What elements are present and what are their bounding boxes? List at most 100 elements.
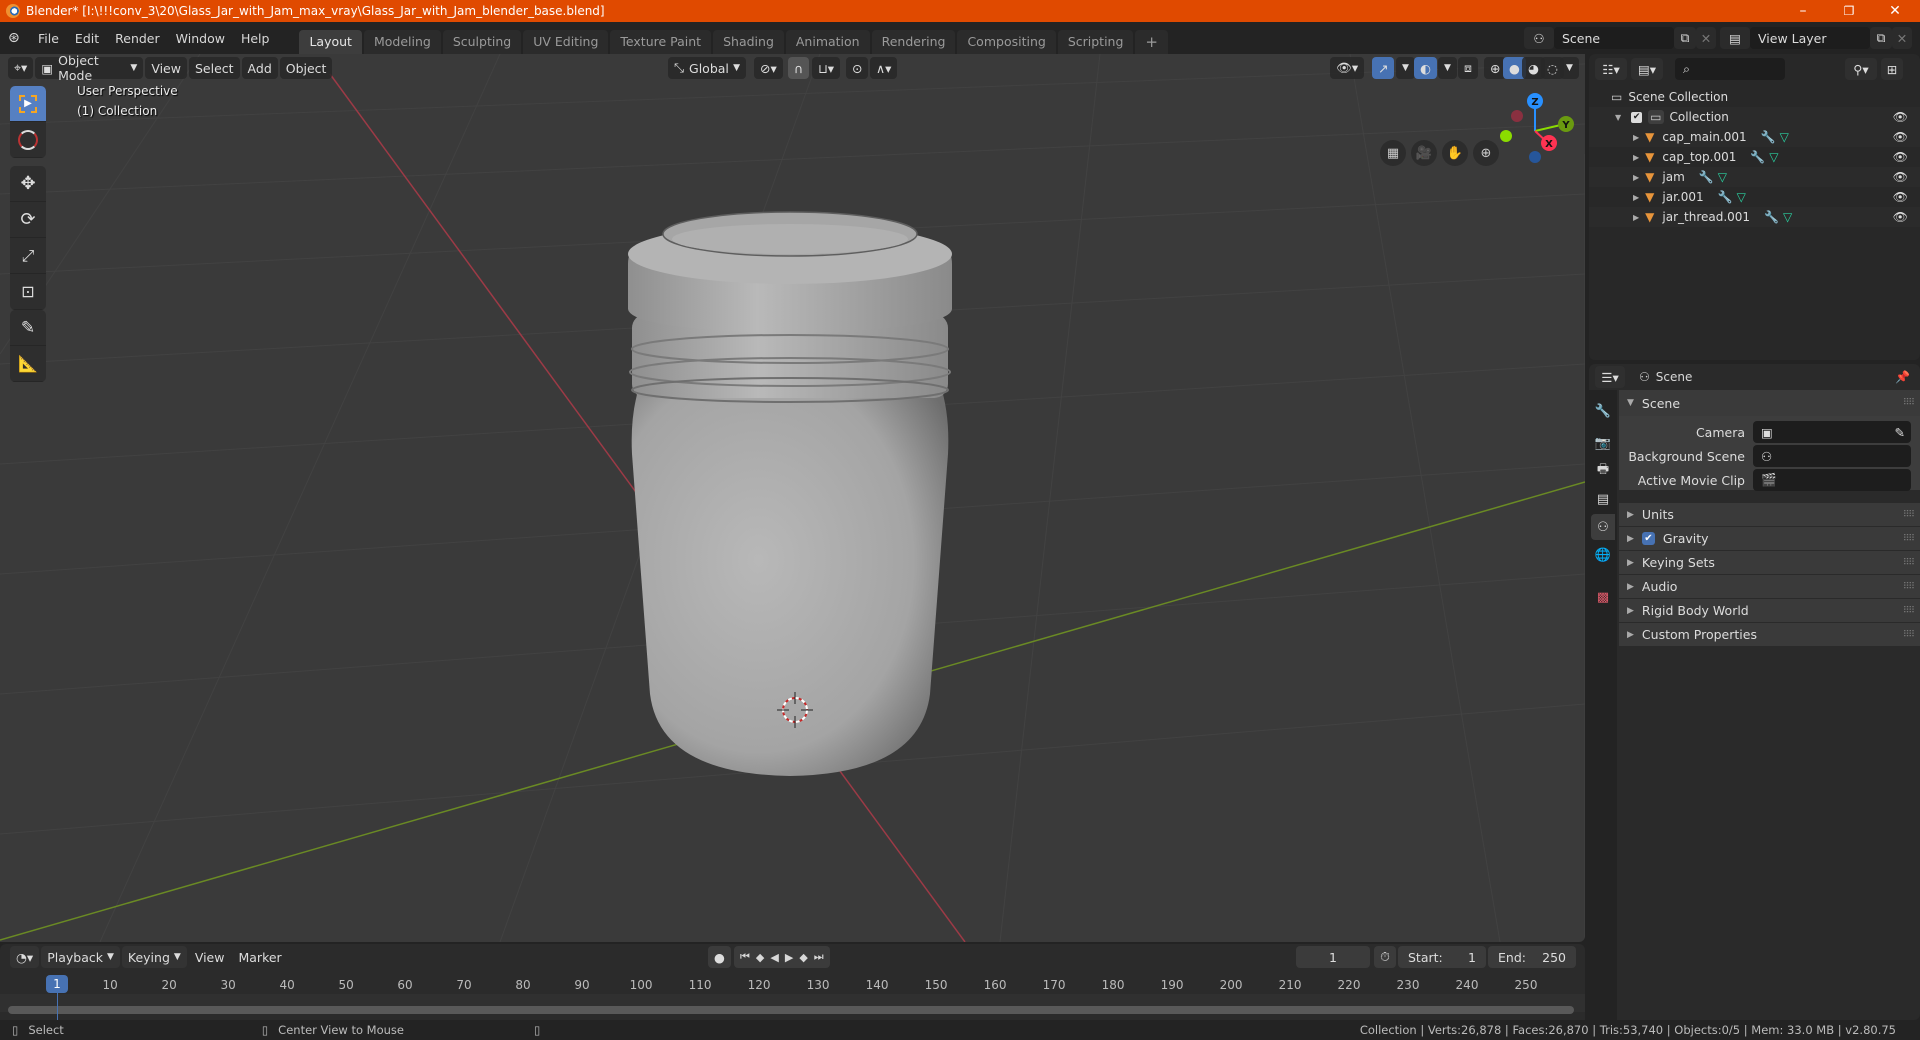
shading-dropdown[interactable]: ▼ <box>1560 57 1579 79</box>
drag-handle-icon[interactable]: ⠿⠿ <box>1903 558 1915 568</box>
field-input[interactable]: ▣ ✎ <box>1753 421 1911 443</box>
outliner-collection[interactable]: ▼ ✔ ▭ Collection 👁 <box>1589 107 1920 127</box>
modifier-wrench-icon[interactable]: 🔧 <box>1761 130 1776 144</box>
tab-animation[interactable]: Animation <box>785 30 870 54</box>
tab-modeling[interactable]: Modeling <box>363 30 441 54</box>
outliner-scene-collection[interactable]: ▭ Scene Collection <box>1589 87 1920 107</box>
gizmo-dropdown[interactable]: ▼ <box>1396 57 1415 79</box>
menu-file[interactable]: File <box>30 31 67 46</box>
toggle-grid-view-button[interactable]: ▦ <box>1380 140 1406 166</box>
overlays-dropdown[interactable]: ▼ <box>1438 57 1457 79</box>
select-box-tool[interactable]: ▶ <box>10 86 46 122</box>
minimize-button[interactable]: – <box>1780 0 1826 22</box>
expand-arrow-icon[interactable]: ▶ <box>1633 213 1639 222</box>
mesh-data-icon[interactable]: ▽ <box>1780 130 1789 144</box>
mode-selector[interactable]: ▣ Object Mode ▼ <box>35 53 144 83</box>
annotate-tool[interactable]: ✎ <box>10 310 46 346</box>
playhead-line[interactable] <box>57 993 58 1020</box>
scale-tool[interactable]: ⤢ <box>10 238 46 274</box>
eye-icon[interactable]: 👁 <box>1893 210 1908 224</box>
scene-name-field[interactable]: Scene <box>1554 27 1674 49</box>
field-input[interactable]: 🎬 <box>1753 469 1911 491</box>
subpanel-header[interactable]: ▶ Keying Sets ⠿⠿ <box>1619 550 1920 574</box>
eye-icon[interactable]: 👁 <box>1893 190 1908 204</box>
add-workspace-button[interactable]: + <box>1135 30 1168 54</box>
view-layer-field[interactable]: View Layer <box>1750 27 1870 49</box>
menu-object[interactable]: Object <box>279 57 333 79</box>
transform-orientation-selector[interactable]: ⤡ Global ▼ <box>668 57 746 79</box>
eye-icon[interactable]: 👁 <box>1893 130 1908 144</box>
modifier-wrench-icon[interactable]: 🔧 <box>1764 210 1779 224</box>
tab-tool[interactable]: 🔧 <box>1591 398 1615 424</box>
delete-view-layer-icon[interactable]: ✕ <box>1892 27 1912 49</box>
drag-handle-icon[interactable]: ⠿⠿ <box>1903 398 1915 408</box>
close-button[interactable]: ✕ <box>1872 0 1918 22</box>
expand-arrow-icon[interactable]: ▶ <box>1633 153 1639 162</box>
editor-type-button[interactable]: ⌖▾ <box>8 57 34 79</box>
menu-render[interactable]: Render <box>107 31 168 46</box>
gizmo-toggle[interactable]: ↗ <box>1372 57 1395 79</box>
expand-arrow-icon[interactable]: ▼ <box>1615 113 1621 122</box>
drag-handle-icon[interactable]: ⠿⠿ <box>1903 606 1915 616</box>
outliner-object-row[interactable]: ▶ ▼ jam 🔧 ▽ 👁 <box>1589 167 1920 187</box>
subpanel-header[interactable]: ▶ Audio ⠿⠿ <box>1619 574 1920 598</box>
pivot-point-button[interactable]: ⊘▾ <box>754 57 783 79</box>
modifier-wrench-icon[interactable]: 🔧 <box>1750 150 1765 164</box>
tab-texture-paint[interactable]: Texture Paint <box>610 30 712 54</box>
tab-output[interactable]: 🖶 <box>1591 458 1615 484</box>
tab-world[interactable]: 🌐 <box>1591 542 1615 568</box>
menu-edit[interactable]: Edit <box>67 31 107 46</box>
mesh-data-icon[interactable]: ▽ <box>1737 190 1746 204</box>
rotate-tool[interactable]: ⟳ <box>10 202 46 238</box>
scene-panel-header[interactable]: ▼ Scene ⠿⠿ <box>1619 390 1920 416</box>
timeline-scrollbar[interactable] <box>8 1006 1574 1014</box>
outliner-object-row[interactable]: ▶ ▼ jar_thread.001 🔧 ▽ 👁 <box>1589 207 1920 227</box>
menu-view[interactable]: View <box>145 57 187 79</box>
tab-layout[interactable]: Layout <box>299 30 362 54</box>
pin-icon[interactable]: 📌 <box>1895 370 1910 384</box>
camera-view-button[interactable]: 🎥 <box>1411 140 1437 166</box>
new-view-layer-icon[interactable]: ⧉ <box>1870 27 1892 49</box>
navigation-gizmo[interactable]: Z Y X <box>1490 84 1580 184</box>
tab-compositing[interactable]: Compositing <box>957 30 1056 54</box>
outliner-editor-type-button[interactable]: ☷▾ <box>1595 58 1627 80</box>
eye-icon[interactable]: 👁 <box>1893 170 1908 184</box>
modifier-wrench-icon[interactable]: 🔧 <box>1718 190 1733 204</box>
menu-add[interactable]: Add <box>241 57 278 79</box>
subpanel-header[interactable]: ▶ Custom Properties ⠿⠿ <box>1619 622 1920 646</box>
mesh-data-icon[interactable]: ▽ <box>1769 150 1778 164</box>
new-collection-button[interactable]: ⊞ <box>1881 58 1903 80</box>
tab-sculpting[interactable]: Sculpting <box>442 30 522 54</box>
display-mode-button[interactable]: ▤▾ <box>1631 58 1663 80</box>
measure-tool[interactable]: 📐 <box>10 346 46 382</box>
menu-help[interactable]: Help <box>233 31 278 46</box>
properties-editor-type-button[interactable]: ☰▾ <box>1595 366 1625 388</box>
mesh-data-icon[interactable]: ▽ <box>1718 170 1727 184</box>
eye-icon[interactable]: 👁 <box>1893 150 1908 164</box>
expand-arrow-icon[interactable]: ▶ <box>1633 133 1639 142</box>
scene-icon[interactable]: ⚇ <box>1524 27 1554 49</box>
outliner-object-row[interactable]: ▶ ▼ jar.001 🔧 ▽ 👁 <box>1589 187 1920 207</box>
object-visibility-button[interactable]: 👁▾ <box>1330 57 1365 79</box>
overlays-toggle[interactable]: ◐ <box>1414 57 1437 79</box>
falloff-button[interactable]: ∧▾ <box>870 57 898 79</box>
cursor-tool[interactable] <box>10 122 46 158</box>
drag-handle-icon[interactable]: ⠿⠿ <box>1903 534 1915 544</box>
drag-handle-icon[interactable]: ⠿⠿ <box>1903 510 1915 520</box>
subpanel-header[interactable]: ▶ Rigid Body World ⠿⠿ <box>1619 598 1920 622</box>
tab-scene[interactable]: ⚇ <box>1591 514 1615 540</box>
menu-select[interactable]: Select <box>188 57 240 79</box>
eye-icon[interactable]: 👁 <box>1893 110 1908 124</box>
drag-handle-icon[interactable]: ⠿⠿ <box>1903 630 1915 640</box>
eyedropper-icon[interactable]: ✎ <box>1895 425 1905 440</box>
move-tool[interactable]: ✥ <box>10 166 46 202</box>
gravity-checkbox[interactable]: ✔ <box>1641 532 1655 545</box>
mesh-data-icon[interactable]: ▽ <box>1783 210 1792 224</box>
subpanel-header[interactable]: ▶ Units ⠿⠿ <box>1619 502 1920 526</box>
tab-scripting[interactable]: Scripting <box>1057 30 1134 54</box>
tab-shading[interactable]: Shading <box>713 30 784 54</box>
playhead-frame-badge[interactable]: 1 <box>46 975 68 993</box>
outliner-object-row[interactable]: ▶ ▼ cap_top.001 🔧 ▽ 👁 <box>1589 147 1920 167</box>
filter-button[interactable]: ⚲▾ <box>1845 58 1877 80</box>
view-layer-icon[interactable]: ▤ <box>1720 27 1750 49</box>
